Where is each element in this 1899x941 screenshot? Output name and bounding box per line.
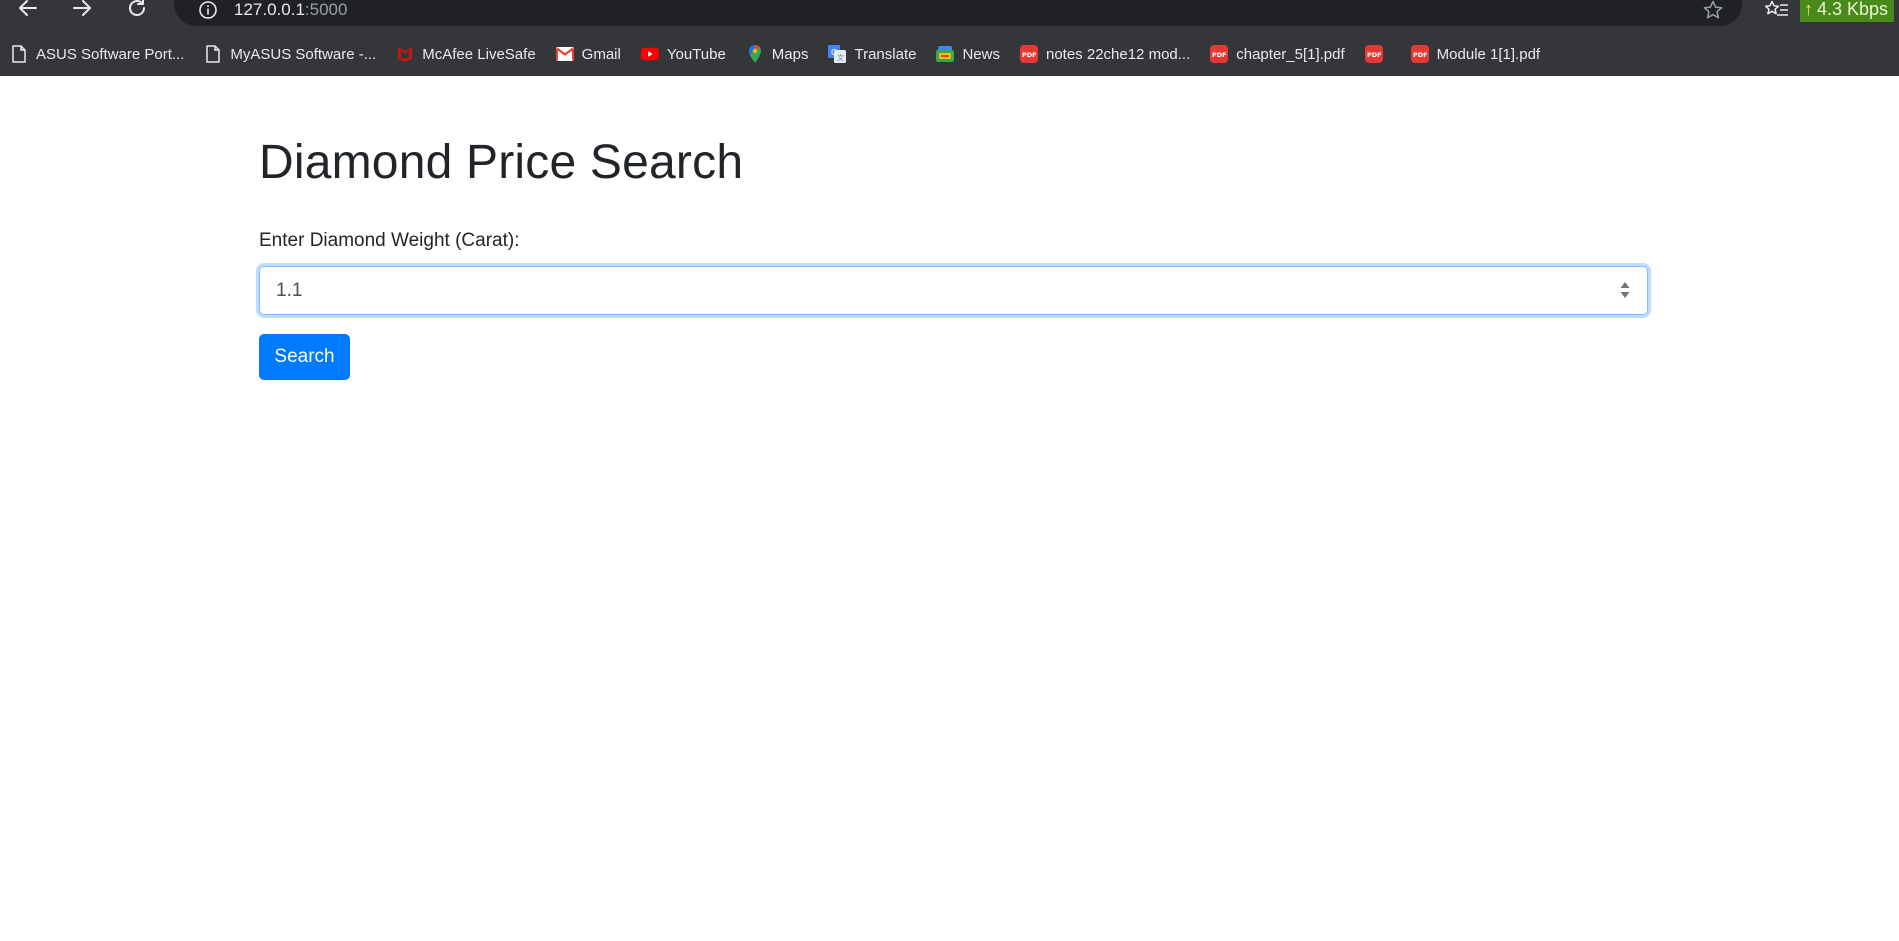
forward-arrow-icon [73,0,91,16]
bookmark-chapter5-pdf[interactable]: PDF chapter_5[1].pdf [1208,40,1354,68]
bookmark-mcafee-livesafe[interactable]: McAfee LiveSafe [394,40,545,68]
network-speed-badge: ↑ 4.3 Kbps [1800,0,1895,22]
bookmark-notes-pdf[interactable]: PDF notes 22che12 mod... [1018,40,1200,68]
youtube-icon [640,45,659,63]
site-info-icon[interactable] [198,0,218,20]
bookmarks-bar: ASUS Software Port... MyASUS Software -.… [0,40,1899,68]
reload-icon [129,0,145,16]
bookmark-untitled-pdf[interactable]: PDF [1363,40,1401,68]
weight-input[interactable] [260,267,1600,314]
svg-text:PDF: PDF [1413,51,1428,59]
news-icon [936,45,955,63]
page-viewport [0,76,1899,941]
bookmark-gmail[interactable]: Gmail [554,40,631,68]
reload-button[interactable] [123,0,151,22]
mcafee-icon [396,45,414,63]
bookmark-label: ASUS Software Port... [36,45,185,63]
svg-text:文: 文 [837,53,844,62]
bookmark-myasus-software[interactable]: MyASUS Software -... [202,40,386,68]
bookmark-label: MyASUS Software -... [230,45,377,63]
bookmark-label: McAfee LiveSafe [422,45,536,63]
translate-icon: G文 [828,45,847,63]
number-spinner-icon[interactable] [1619,278,1631,302]
network-speed-value: 4.3 Kbps [1817,0,1889,19]
bookmark-youtube[interactable]: YouTube [639,40,736,68]
svg-text:PDF: PDF [1367,51,1382,59]
search-button[interactable]: Search [259,334,350,380]
bookmark-translate[interactable]: G文 Translate [826,40,926,68]
page-icon [204,45,222,63]
bookmark-label: Gmail [581,45,621,63]
bookmark-maps[interactable]: Maps [744,40,819,68]
address-bar[interactable]: 127.0.0.1:5000 [174,0,1742,26]
address-url[interactable]: 127.0.0.1:5000 [234,0,347,20]
maps-icon [746,45,764,63]
pdf-icon: PDF [1019,45,1038,63]
page-title: Diamond Price Search [259,136,744,189]
bookmark-label: Module 1[1].pdf [1436,45,1541,63]
bookmark-news[interactable]: News [934,40,1010,68]
forward-button[interactable] [68,0,96,22]
svg-text:PDF: PDF [1212,51,1227,59]
bookmark-label: Translate [854,45,917,63]
upload-arrow-icon: ↑ [1804,0,1813,19]
bookmark-label: chapter_5[1].pdf [1236,45,1345,63]
bookmark-label: notes 22che12 mod... [1045,45,1191,63]
bookmark-label: YouTube [666,45,726,63]
pdf-icon: PDF [1410,45,1429,63]
bookmark-module1-pdf[interactable]: PDF Module 1[1].pdf [1409,40,1550,68]
browser-chrome: 127.0.0.1:5000 ↑ 4.3 Kbps ASUS Software P… [0,0,1899,76]
reading-list-icon[interactable] [1765,0,1789,21]
bookmark-asus-software-portal[interactable]: ASUS Software Port... [8,40,194,68]
back-button[interactable] [14,0,42,22]
weight-label: Enter Diamond Weight (Carat): [259,230,520,251]
back-arrow-icon [19,0,37,16]
url-port: :5000 [304,0,348,19]
gmail-icon [555,45,574,63]
svg-text:PDF: PDF [1022,51,1037,59]
bookmark-label: News [962,45,1000,63]
bookmark-label: Maps [771,45,809,63]
weight-input-container [259,266,1648,315]
browser-toolbar: 127.0.0.1:5000 ↑ 4.3 Kbps [0,0,1899,26]
page-icon [10,45,28,63]
pdf-icon: PDF [1210,45,1229,63]
pdf-icon: PDF [1364,45,1383,63]
url-host: 127.0.0.1 [234,0,305,19]
bookmark-star-icon[interactable] [1702,0,1724,21]
